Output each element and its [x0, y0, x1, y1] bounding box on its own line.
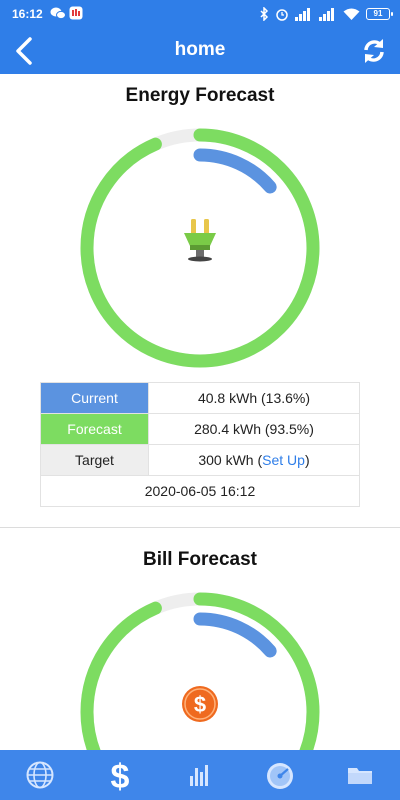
gauge-icon	[267, 763, 293, 789]
status-time: 16:12	[12, 7, 43, 21]
nav-statistics[interactable]	[160, 750, 240, 800]
target-close: )	[304, 452, 310, 468]
energy-forecast-title: Energy Forecast	[125, 85, 275, 106]
svg-text:$: $	[194, 692, 206, 717]
bill-forecast-title: Bill Forecast	[142, 549, 258, 570]
dollar-icon: $	[111, 758, 130, 793]
signal-2-icon	[319, 7, 334, 21]
alarm-icon	[276, 9, 288, 21]
forecast-value: 280.4 kWh (93.5%)	[148, 413, 360, 445]
page-title: home	[174, 39, 226, 60]
bluetooth-icon	[260, 7, 269, 21]
status-icons: 91	[259, 5, 393, 23]
nav-folder[interactable]	[320, 750, 400, 800]
target-label: Target	[40, 444, 149, 476]
table-row: Target 300 kWh (Set Up)	[40, 444, 360, 476]
table-row: Current 40.8 kWh (13.6%)	[40, 382, 360, 414]
setup-link[interactable]: Set Up	[262, 452, 305, 468]
target-value: 300 kWh (	[198, 452, 263, 468]
dollar-coin-icon: $	[182, 686, 218, 722]
battery-indicator: 91	[366, 8, 393, 20]
bottom-navigation: $	[0, 750, 400, 800]
current-value: 40.8 kWh (13.6%)	[148, 382, 360, 414]
refresh-button[interactable]	[358, 35, 390, 67]
nav-bill[interactable]: $	[80, 750, 160, 800]
bar-chart-icon	[190, 765, 208, 786]
section-divider	[0, 527, 400, 528]
table-row: Forecast 280.4 kWh (93.5%)	[40, 413, 360, 445]
app-notification-icon	[69, 6, 83, 20]
app-screen: 16:12 91 home Energy Forecast Current 40…	[0, 0, 400, 800]
power-plug-icon	[184, 219, 216, 262]
nav-gauge[interactable]	[240, 750, 320, 800]
wifi-icon	[343, 8, 360, 20]
svg-text:$: $	[111, 758, 130, 793]
table-row: 2020-06-05 16:12	[40, 475, 360, 507]
energy-stats-table: Current 40.8 kWh (13.6%) Forecast 280.4 …	[40, 382, 360, 507]
wechat-icon	[50, 7, 66, 20]
energy-forecast-gauge	[80, 128, 320, 368]
nav-globe[interactable]	[0, 750, 80, 800]
globe-icon	[26, 761, 54, 789]
current-arc	[100, 612, 300, 750]
app-header: home	[0, 28, 400, 74]
bill-forecast-gauge: $	[80, 592, 320, 750]
status-bar: 16:12 91	[0, 0, 400, 28]
current-label: Current	[40, 382, 149, 414]
signal-icon	[295, 7, 310, 21]
timestamp: 2020-06-05 16:12	[40, 475, 360, 507]
target-value-cell: 300 kWh (Set Up)	[148, 444, 360, 476]
folder-icon	[348, 768, 372, 784]
forecast-label: Forecast	[40, 413, 149, 445]
